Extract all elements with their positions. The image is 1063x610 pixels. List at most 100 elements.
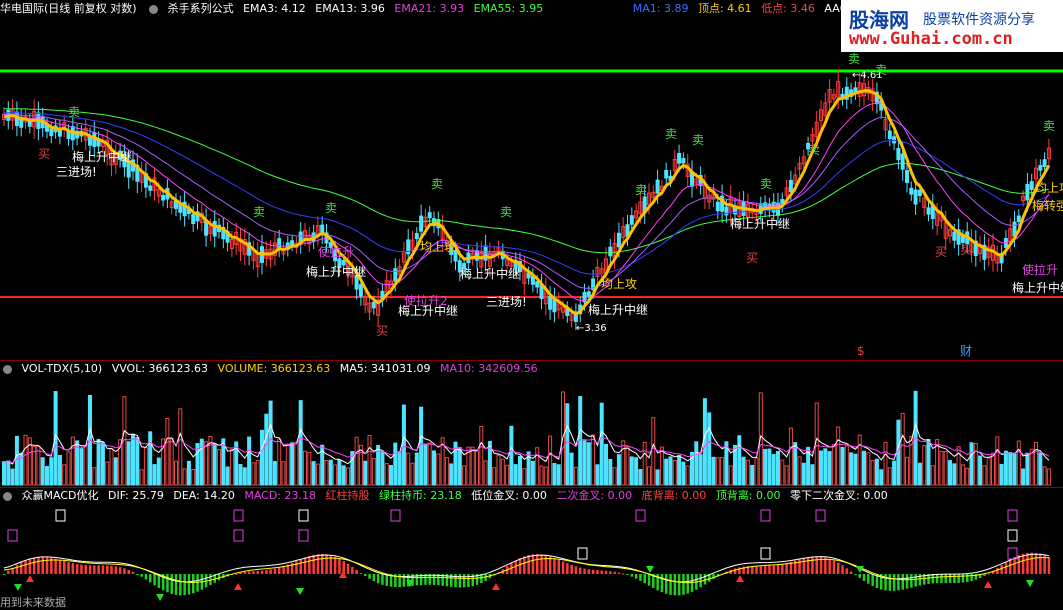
volume-bar bbox=[40, 457, 45, 486]
volume-bar bbox=[586, 442, 591, 486]
up-arrow-icon bbox=[234, 583, 242, 590]
volume-chart[interactable] bbox=[0, 377, 1063, 487]
down-arrow-icon bbox=[646, 566, 654, 573]
macd-readout: MACD: 23.18 bbox=[244, 489, 316, 502]
signal-box bbox=[815, 509, 826, 522]
macd-bar bbox=[235, 573, 238, 575]
macd-bar bbox=[630, 574, 634, 577]
volume-bar bbox=[870, 459, 875, 486]
volume-bar bbox=[186, 460, 191, 486]
macd-bar bbox=[914, 574, 917, 587]
ma10-readout: MA10: 342609.56 bbox=[439, 362, 538, 375]
volume-bar bbox=[135, 437, 140, 486]
signal-box bbox=[1007, 509, 1018, 522]
macd-bar bbox=[316, 554, 320, 574]
volume-bar bbox=[896, 419, 901, 486]
volume-bar bbox=[290, 442, 295, 486]
volume-bar bbox=[960, 464, 965, 486]
volume-bar bbox=[324, 459, 329, 486]
volume-bar bbox=[741, 456, 746, 486]
volume-bar bbox=[638, 469, 643, 486]
volume-bar bbox=[204, 441, 209, 486]
volume-bar bbox=[277, 438, 282, 486]
volume-bar bbox=[298, 400, 303, 486]
volume-bar bbox=[659, 446, 664, 486]
macd-bar bbox=[458, 574, 462, 588]
settings-icon[interactable] bbox=[3, 364, 12, 374]
candle-body bbox=[148, 185, 153, 191]
volume-bar bbox=[346, 467, 350, 486]
macd-bar bbox=[28, 558, 32, 574]
volume-bar bbox=[905, 456, 909, 486]
macd-bar bbox=[806, 557, 810, 574]
bottom-div-readout: 底背离: 0.00 bbox=[641, 489, 707, 502]
candle-body bbox=[1025, 184, 1030, 201]
vvol-readout: VVOL: 366123.63 bbox=[111, 362, 209, 375]
macd-chart[interactable] bbox=[0, 504, 1063, 610]
volume-bar bbox=[569, 452, 574, 486]
volume-bar bbox=[844, 445, 849, 486]
red-hold-readout: 红柱持股 bbox=[325, 489, 370, 502]
volume-bar bbox=[608, 458, 613, 486]
volume-bar bbox=[883, 441, 888, 486]
volume-bar bbox=[1016, 440, 1021, 486]
chart-annotation: 卖 bbox=[431, 177, 443, 191]
candle-body bbox=[917, 189, 922, 197]
macd-bar bbox=[531, 554, 535, 574]
macd-bar bbox=[600, 570, 603, 574]
volume-bar bbox=[788, 427, 793, 486]
macd-bar bbox=[269, 569, 272, 574]
macd-bar bbox=[385, 574, 388, 587]
macd-bar bbox=[832, 560, 836, 574]
volume-bar bbox=[793, 442, 798, 486]
volume-bar bbox=[754, 457, 759, 486]
volume-bar bbox=[784, 465, 789, 486]
chart-title[interactable]: 华电国际(日线 前复权 对数) bbox=[0, 2, 137, 15]
volume-bar bbox=[625, 445, 630, 486]
macd-bar bbox=[828, 558, 831, 574]
volume-bar bbox=[384, 463, 389, 486]
volume-header: VOL-TDX(5,10) VVOL: 366123.63 VOLUME: 36… bbox=[0, 361, 544, 377]
volume-bar bbox=[1012, 453, 1017, 486]
chart-annotation: 均上攻 bbox=[1035, 181, 1063, 195]
settings-icon[interactable] bbox=[149, 4, 159, 14]
signal-box bbox=[233, 529, 244, 542]
macd-bar bbox=[673, 574, 677, 596]
volume-bar bbox=[1038, 452, 1043, 486]
chart-annotation: 梅上升中继 bbox=[72, 149, 132, 164]
down-arrow-icon bbox=[14, 584, 22, 591]
macd-bar bbox=[41, 556, 44, 574]
candle-body bbox=[212, 220, 217, 237]
volume-bar bbox=[427, 442, 432, 486]
macd-bar bbox=[948, 574, 952, 584]
candle-body bbox=[960, 235, 965, 243]
candle-body bbox=[715, 201, 720, 212]
down-arrow-icon bbox=[296, 588, 304, 595]
ema3-readout: EMA3: 4.12 bbox=[243, 2, 306, 15]
volume-bar bbox=[1029, 448, 1034, 486]
volume-bar bbox=[595, 464, 600, 486]
volume-bar bbox=[311, 461, 316, 486]
price-chart[interactable]: 卖买 梅上升中继三进场!卖 卖使拉升梅上升中继卖买使拉升2梅上升中继均上攻卖梅上升中… bbox=[0, 16, 1063, 360]
volume-bar bbox=[573, 466, 578, 486]
volume-bar bbox=[513, 464, 518, 486]
macd-bar bbox=[321, 553, 324, 574]
green-hold-readout: 绿柱持币: 23.18 bbox=[379, 489, 462, 502]
volume-bar bbox=[831, 444, 836, 486]
volume-bar bbox=[341, 465, 346, 486]
macd-title[interactable]: 众赢MACD优化 bbox=[22, 489, 99, 502]
settings-icon[interactable] bbox=[3, 491, 12, 501]
volume-bar bbox=[801, 462, 806, 486]
volume-bar bbox=[1021, 468, 1026, 486]
macd-bar bbox=[1047, 556, 1051, 574]
volume-bar bbox=[199, 438, 204, 486]
candle-body bbox=[191, 214, 196, 224]
vol-title[interactable]: VOL-TDX(5,10) bbox=[22, 362, 103, 375]
macd-bar bbox=[239, 572, 242, 574]
signal-box bbox=[1007, 529, 1018, 542]
macd-bar bbox=[961, 574, 965, 583]
volume-bar bbox=[565, 403, 570, 486]
volume-bar bbox=[83, 445, 88, 486]
formula-name[interactable]: 杀手系列公式 bbox=[168, 2, 234, 15]
macd-bar bbox=[467, 574, 470, 587]
